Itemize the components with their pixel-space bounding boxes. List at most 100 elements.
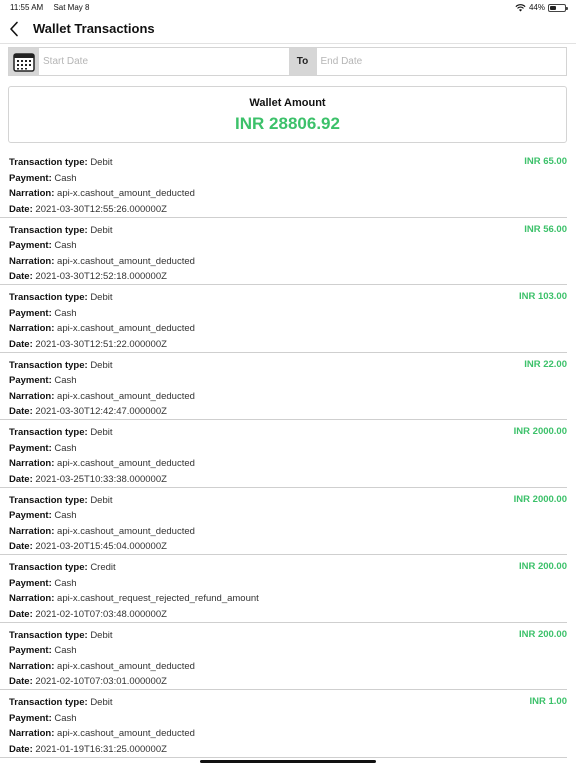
transaction-payment-line: Payment: Cash xyxy=(9,238,558,254)
transaction-type-line: Transaction type: Debit xyxy=(9,223,558,239)
transaction-narration-line: Narration: api-x.cashout_amount_deducted xyxy=(9,254,558,270)
transaction-amount: INR 56.00 xyxy=(524,223,567,235)
transaction-row[interactable]: Transaction type: Debit Payment: Cash Narr… xyxy=(0,353,567,420)
transaction-narration-label: Narration: xyxy=(9,593,55,604)
status-bar: 11:55 AM Sat May 8 44% xyxy=(0,0,576,14)
transaction-amount: INR 22.00 xyxy=(524,358,567,370)
transaction-row[interactable]: Transaction type: Debit Payment: Cash Narr… xyxy=(0,488,567,555)
transaction-payment-value: Cash xyxy=(54,375,77,386)
transaction-narration-value: api-x.cashout_amount_deducted xyxy=(57,458,195,469)
transaction-type-label: Transaction type: xyxy=(9,359,88,371)
calendar-button[interactable] xyxy=(9,48,39,75)
transaction-type-line: Transaction type: Debit xyxy=(9,628,558,644)
transaction-amount: INR 103.00 xyxy=(518,291,567,302)
transaction-date-value: 2021-02-10T07:03:01.000000Z xyxy=(35,676,167,687)
transaction-narration-line: Narration: api-x.cashout_amount_deducted xyxy=(9,659,558,675)
transaction-row[interactable]: Transaction type: Debit Payment: Cash Narr… xyxy=(0,285,567,353)
transaction-payment-label: Payment: xyxy=(9,240,52,251)
transaction-type-value: Debit xyxy=(90,359,113,371)
transaction-narration-line: Narration: api-x.cashout_amount_deducted xyxy=(9,726,558,742)
transaction-payment-label: Payment: xyxy=(9,645,52,656)
transaction-type-value: Debit xyxy=(90,224,113,236)
transaction-narration-label: Narration: xyxy=(9,728,55,739)
transaction-payment-line: Payment: Cash xyxy=(9,711,558,727)
home-indicator[interactable] xyxy=(200,760,376,763)
transaction-date-line: Date: 2021-03-25T10:33:38.000000Z xyxy=(9,472,558,488)
transaction-type-value: Credit xyxy=(90,562,116,573)
transaction-date-value: 2021-03-30T12:51:22.000000Z xyxy=(35,338,167,350)
transaction-row[interactable]: Transaction type: Debit Payment: Cash Narr… xyxy=(0,420,567,488)
transaction-type-label: Transaction type: xyxy=(9,292,88,303)
transaction-date-label: Date: xyxy=(9,406,33,417)
wallet-label: Wallet Amount xyxy=(249,97,326,109)
transaction-narration-value: api-x.cashout_request_rejected_refund_am… xyxy=(57,593,259,604)
transaction-narration-label: Narration: xyxy=(9,188,55,199)
transaction-amount: INR 2000.00 xyxy=(513,426,567,437)
transaction-type-value: Debit xyxy=(90,292,113,303)
transaction-date-line: Date: 2021-03-20T15:45:04.000000Z xyxy=(9,539,558,555)
transaction-narration-value: api-x.cashout_amount_deducted xyxy=(57,660,195,672)
transaction-row[interactable]: Transaction type: Debit Payment: Cash Narr… xyxy=(0,150,567,218)
transaction-date-label: Date: xyxy=(9,473,33,485)
transaction-date-value: 2021-03-30T12:42:47.000000Z xyxy=(35,406,167,417)
transaction-row[interactable]: Transaction type: Debit Payment: Cash Narr… xyxy=(0,690,567,758)
transaction-type-label: Transaction type: xyxy=(9,494,88,506)
battery-percent: 44% xyxy=(528,3,545,12)
transaction-type-label: Transaction type: xyxy=(9,224,88,236)
transaction-row[interactable]: Transaction type: Debit Payment: Cash Narr… xyxy=(0,623,567,690)
transaction-payment-value: Cash xyxy=(54,307,77,319)
transaction-amount: INR 200.00 xyxy=(518,628,567,640)
transaction-date-line: Date: 2021-02-10T07:03:48.000000Z xyxy=(9,607,558,623)
transaction-amount: INR 65.00 xyxy=(524,156,567,167)
transaction-date-label: Date: xyxy=(9,608,33,620)
transaction-date-value: 2021-03-30T12:55:26.000000Z xyxy=(35,203,167,215)
transaction-type-label: Transaction type: xyxy=(9,157,88,168)
transaction-type-label: Transaction type: xyxy=(9,697,88,708)
transaction-type-value: Debit xyxy=(90,427,113,438)
transaction-date-line: Date: 2021-03-30T12:51:22.000000Z xyxy=(9,337,558,353)
transaction-date-value: 2021-03-30T12:52:18.000000Z xyxy=(35,271,167,282)
status-date: Sat May 8 xyxy=(53,3,90,12)
transaction-date-line: Date: 2021-03-30T12:55:26.000000Z xyxy=(9,202,558,218)
battery-fill xyxy=(550,5,557,10)
transaction-type-value: Debit xyxy=(90,494,113,506)
transaction-payment-label: Payment: xyxy=(9,577,52,589)
back-button[interactable] xyxy=(4,18,24,40)
status-left: 11:55 AM Sat May 8 xyxy=(10,3,89,12)
transaction-narration-line: Narration: api-x.cashout_amount_deducted xyxy=(9,389,558,405)
status-right: 44% xyxy=(515,3,568,12)
transaction-narration-line: Narration: api-x.cashout_amount_deducted xyxy=(9,456,558,472)
transaction-row[interactable]: Transaction type: Debit Payment: Cash Narr… xyxy=(0,218,567,285)
transaction-payment-line: Payment: Cash xyxy=(9,643,558,659)
transaction-date-label: Date: xyxy=(9,676,33,687)
end-date-field xyxy=(316,48,566,75)
calendar-icon xyxy=(13,52,35,72)
transaction-narration-value: api-x.cashout_amount_deducted xyxy=(57,323,195,334)
end-date-input[interactable] xyxy=(320,56,566,67)
transaction-narration-value: api-x.cashout_amount_deducted xyxy=(57,390,195,402)
chevron-left-icon xyxy=(10,21,18,37)
start-date-input[interactable] xyxy=(43,56,289,67)
transaction-payment-label: Payment: xyxy=(9,510,52,521)
transaction-payment-label: Payment: xyxy=(9,712,52,724)
transaction-narration-label: Narration: xyxy=(9,525,55,537)
transaction-type-line: Transaction type: Credit xyxy=(9,560,558,576)
transaction-narration-line: Narration: api-x.cashout_request_rejecte… xyxy=(9,591,558,607)
transaction-type-value: Debit xyxy=(90,157,113,168)
transaction-date-label: Date: xyxy=(9,338,33,350)
transaction-narration-label: Narration: xyxy=(9,458,55,469)
transaction-amount: INR 2000.00 xyxy=(513,493,567,505)
transaction-type-label: Transaction type: xyxy=(9,427,88,438)
transaction-narration-value: api-x.cashout_amount_deducted xyxy=(57,255,195,267)
transaction-date-label: Date: xyxy=(9,541,33,552)
transaction-payment-value: Cash xyxy=(54,645,77,656)
transaction-row[interactable]: Transaction type: Credit Payment: Cash Nar… xyxy=(0,555,567,623)
transaction-narration-label: Narration: xyxy=(9,660,55,672)
transaction-payment-value: Cash xyxy=(54,577,77,589)
transaction-narration-label: Narration: xyxy=(9,390,55,402)
transaction-narration-line: Narration: api-x.cashout_amount_deducted xyxy=(9,186,558,202)
transaction-date-label: Date: xyxy=(9,743,33,755)
transaction-type-line: Transaction type: Debit xyxy=(9,290,558,306)
transaction-date-line: Date: 2021-03-30T12:52:18.000000Z xyxy=(9,269,558,285)
transaction-narration-label: Narration: xyxy=(9,255,55,267)
